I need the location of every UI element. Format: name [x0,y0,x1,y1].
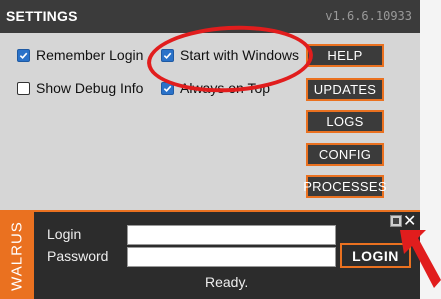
always-on-top-checkbox[interactable]: Always on Top [161,80,270,96]
window-title: SETTINGS [6,8,78,24]
show-debug-info-label: Show Debug Info [36,80,144,96]
checkbox-box[interactable] [161,48,174,62]
checkbox-box[interactable] [17,48,30,62]
check-icon [163,85,172,92]
version-label: v1.6.6.10933 [325,9,412,23]
checkbox-box[interactable] [17,81,30,95]
settings-window: SETTINGS v1.6.6.10933 Remember Login Sta… [0,0,420,299]
login-input[interactable] [127,225,336,245]
checkbox-box[interactable] [161,81,174,95]
show-debug-info-checkbox[interactable]: Show Debug Info [17,80,143,96]
always-on-top-label: Always on Top [180,80,271,96]
login-panel: WALRUS ✕ Login Password LOGIN Ready. [0,212,420,299]
password-label: Password [47,248,109,264]
help-button[interactable]: HELP [306,44,384,67]
start-with-windows-checkbox[interactable]: Start with Windows [161,47,299,63]
brand-sidebar: WALRUS [0,212,34,299]
check-icon [163,52,172,59]
close-icon[interactable]: ✕ [403,211,416,231]
brand-logo-text: WALRUS [8,221,26,291]
status-text: Ready. [205,274,249,290]
remember-login-label: Remember Login [36,47,144,63]
processes-button[interactable]: PROCESSES [303,175,387,198]
updates-button[interactable]: UPDATES [306,78,384,101]
logs-button[interactable]: LOGS [306,110,384,133]
login-label: Login [47,226,82,242]
config-button[interactable]: CONFIG [306,143,384,166]
password-input[interactable] [127,247,336,267]
login-button[interactable]: LOGIN [340,243,411,268]
check-icon [19,52,28,59]
remember-login-checkbox[interactable]: Remember Login [17,47,143,63]
minimize-icon[interactable] [390,215,402,227]
title-bar: SETTINGS v1.6.6.10933 [0,0,420,33]
start-with-windows-label: Start with Windows [180,47,300,63]
